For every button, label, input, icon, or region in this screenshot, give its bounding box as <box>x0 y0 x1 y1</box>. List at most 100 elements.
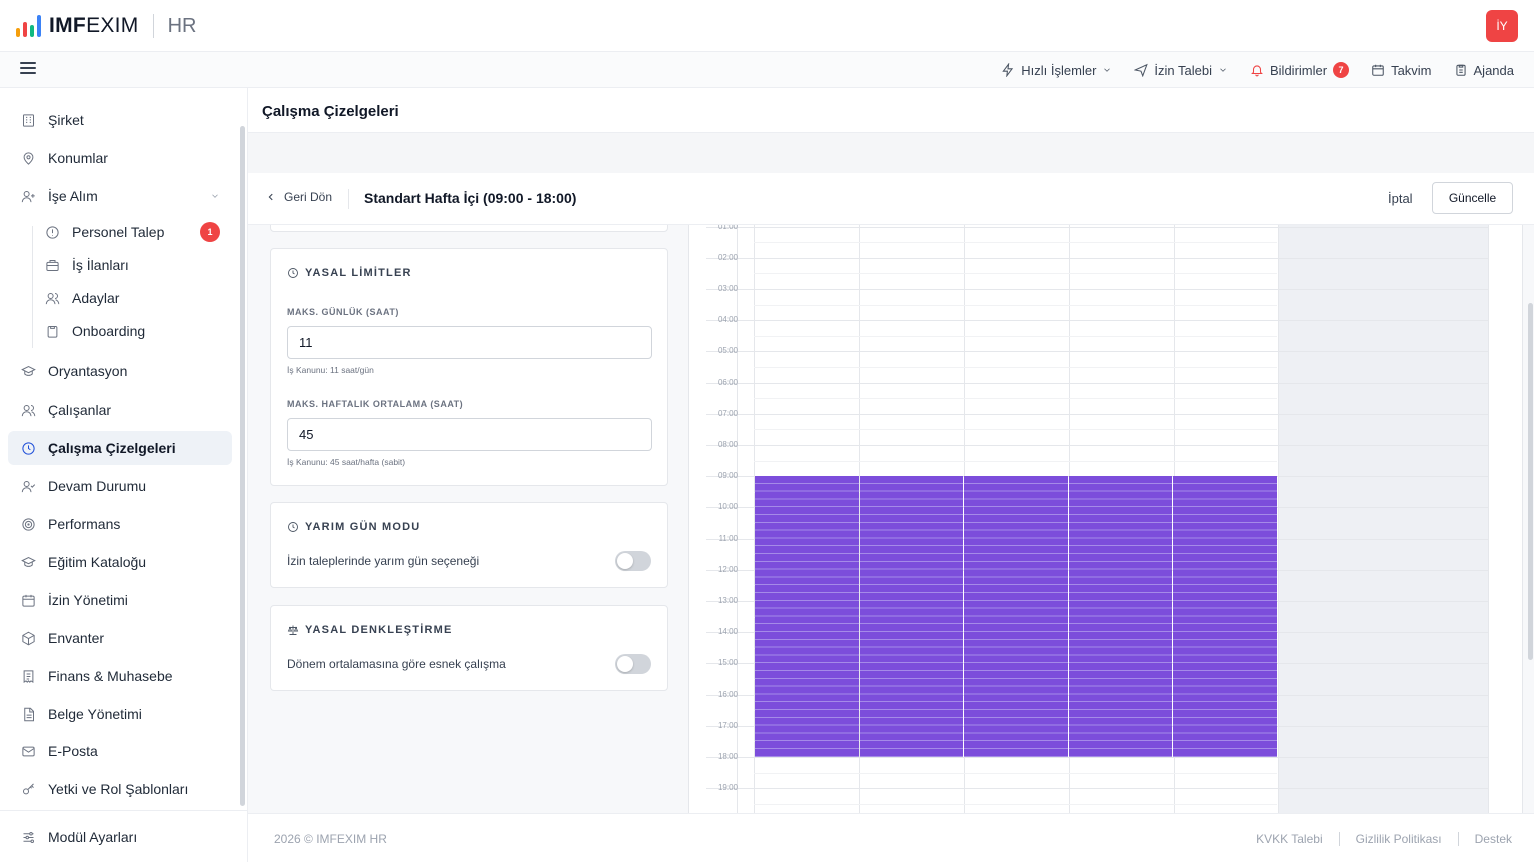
hour-label: 08:00 <box>717 439 738 449</box>
hour-line <box>706 257 1489 259</box>
content-scrollbar[interactable] <box>1528 225 1534 813</box>
calendar-icon <box>1372 64 1384 76</box>
chevron-down-icon[interactable] <box>210 188 220 204</box>
clock-icon <box>288 522 298 532</box>
update-button[interactable]: Güncelle <box>1432 182 1513 214</box>
privacy-link[interactable]: Gizlilik Politikası <box>1356 832 1442 846</box>
sidebar-item-personel-talep[interactable]: Personel Talep 1 <box>8 215 232 249</box>
calendar-button[interactable]: Takvim <box>1371 63 1432 78</box>
hour-label: 07:00 <box>717 408 738 418</box>
sidebar-item-i-zin-yönetimi[interactable]: İzin Yönetimi <box>8 583 232 617</box>
sidebar-item-onboarding[interactable]: Onboarding <box>8 314 232 348</box>
work-block-day-2[interactable] <box>859 476 964 757</box>
graduation-cap-icon <box>20 554 36 570</box>
sidebar-item-label: İş İlanları <box>72 257 129 273</box>
sidebar-item-label: Yetki ve Rol Şablonları <box>48 781 189 797</box>
work-block-day-3[interactable] <box>964 476 1068 757</box>
mail-icon <box>20 743 36 759</box>
chevron-down-icon <box>1220 68 1226 72</box>
sidebar-item-yetki-ve-rol-şablonları[interactable]: Yetki ve Rol Şablonları <box>8 772 232 806</box>
sidebar-item-konumlar[interactable]: Konumlar <box>8 141 232 175</box>
clock-icon <box>288 268 298 278</box>
app-logo[interactable]: IMFEXIM HR <box>16 13 197 39</box>
half-day-toggle[interactable] <box>615 551 651 571</box>
half-hour-line <box>754 803 1277 805</box>
hour-line <box>706 288 1489 290</box>
sidebar-item-e-posta[interactable]: E-Posta <box>8 734 232 768</box>
sidebar-item-performans[interactable]: Performans <box>8 507 232 541</box>
sidebar-item-oryantasyon[interactable]: Oryantasyon <box>8 354 232 388</box>
hour-line <box>706 444 1489 446</box>
daily-max-input[interactable]: 11 <box>287 326 652 359</box>
hour-label: 11:00 <box>718 533 738 543</box>
hour-label: 19:00 <box>717 783 738 793</box>
calendar-icon <box>20 592 36 608</box>
back-button[interactable]: Geri Dön <box>266 190 332 204</box>
sidebar-item-devam-durumu[interactable]: Devam Durumu <box>8 469 232 503</box>
toolbar: Hızlı İşlemler İzin Talebi Bildirimler 7… <box>1001 52 1514 88</box>
key-icon <box>20 781 36 797</box>
daily-max-label: MAKS. GÜNLÜK (SAAT) <box>287 307 399 317</box>
notifications-button[interactable]: Bildirimler 7 <box>1250 62 1350 78</box>
schedule-edit-bar: Geri Dön Standart Hafta İçi (09:00 - 18:… <box>248 173 1534 225</box>
sidebar-item-label: Finans & Muhasebe <box>48 668 173 684</box>
quick-actions-button[interactable]: Hızlı İşlemler <box>1001 63 1112 78</box>
sidebar-item-i-şe-alım[interactable]: İşe Alım <box>8 179 232 213</box>
sidebar-scrollbar[interactable] <box>240 94 245 810</box>
half-hour-line <box>754 304 1277 306</box>
package-icon <box>20 630 36 646</box>
logo-divider <box>152 14 154 38</box>
sidebar-item-adaylar[interactable]: Adaylar <box>8 281 232 315</box>
menu-toggle-icon[interactable] <box>20 62 36 76</box>
weekly-avg-input[interactable]: 45 <box>287 418 652 451</box>
sidebar-item-şirket[interactable]: Şirket <box>8 103 232 137</box>
user-avatar[interactable]: İY <box>1486 10 1518 42</box>
leave-request-button[interactable]: İzin Talebi <box>1134 63 1228 78</box>
sidebar-item-label: İşe Alım <box>48 188 98 204</box>
work-block-day-1[interactable] <box>755 476 859 757</box>
notifications-count-badge: 7 <box>1333 62 1350 78</box>
sidebar-item-label: Çalışanlar <box>48 402 112 418</box>
sidebar-item-label: Konumlar <box>48 150 108 166</box>
logo-bars-icon <box>16 15 41 37</box>
lightning-icon <box>1002 63 1014 77</box>
sidebar-footer: Modül Ayarları <box>0 810 248 862</box>
file-icon <box>20 706 36 722</box>
kvkk-link[interactable]: KVKK Talebi <box>1256 832 1323 846</box>
half-hour-line <box>754 366 1277 368</box>
legal-balance-card: YASAL DENKLEŞTİRME Dönem ortalamasına gö… <box>270 605 668 691</box>
agenda-button[interactable]: Ajanda <box>1454 63 1514 78</box>
sidebar-item-envanter[interactable]: Envanter <box>8 621 232 655</box>
sidebar-item-çalışanlar[interactable]: Çalışanlar <box>8 393 232 427</box>
sidebar-item-belge-yönetimi[interactable]: Belge Yönetimi <box>8 697 232 731</box>
legal-balance-toggle[interactable] <box>615 654 651 674</box>
hour-label: 17:00 <box>717 720 738 730</box>
hour-label: 06:00 <box>717 377 738 387</box>
product-name: HR <box>167 14 197 37</box>
quick-actions-label: Hızlı İşlemler <box>1021 62 1097 78</box>
clock-icon <box>20 440 36 456</box>
sidebar-item-finans-muhasebe[interactable]: Finans & Muhasebe <box>8 659 232 693</box>
sidebar-item-i-ş-i-lanları[interactable]: İş İlanları <box>8 248 232 282</box>
sidebar-item-label: Belge Yönetimi <box>48 706 142 722</box>
work-block-day-4[interactable] <box>1068 476 1173 757</box>
support-link[interactable]: Destek <box>1475 832 1512 846</box>
hour-label: 12:00 <box>717 564 738 574</box>
sidebar: Şirket Konumlar İşe Alım Personel Talep 1 İş … <box>0 88 248 862</box>
half-hour-line <box>754 242 1277 244</box>
previous-card <box>270 225 668 232</box>
cancel-button[interactable]: İptal <box>1388 191 1413 206</box>
sidebar-item-eğitim-kataloğu[interactable]: Eğitim Kataloğu <box>8 545 232 579</box>
agenda-label: Ajanda <box>1473 62 1514 78</box>
hour-label: 03:00 <box>717 283 738 293</box>
leave-request-label: İzin Talebi <box>1154 62 1212 78</box>
page-footer: 2026 © IMFEXIM HR KVKK Talebi Gizlilik P… <box>248 813 1534 862</box>
work-block-day-5[interactable] <box>1173 476 1277 757</box>
sidebar-item-çalışma-çizelgeleri[interactable]: Çalışma Çizelgeleri <box>8 431 232 465</box>
sidebar-item-module-settings[interactable]: Modül Ayarları <box>8 820 232 854</box>
sidebar-item-label: Adaylar <box>72 290 120 306</box>
clipboard-icon <box>1455 64 1466 76</box>
weekly-schedule-grid: 01:00 02:00 03:00 04:00 05:00 06:00 07:00 08:00… <box>688 225 1523 813</box>
back-label: Geri Dön <box>284 190 333 204</box>
chevron-left-icon <box>268 193 273 201</box>
